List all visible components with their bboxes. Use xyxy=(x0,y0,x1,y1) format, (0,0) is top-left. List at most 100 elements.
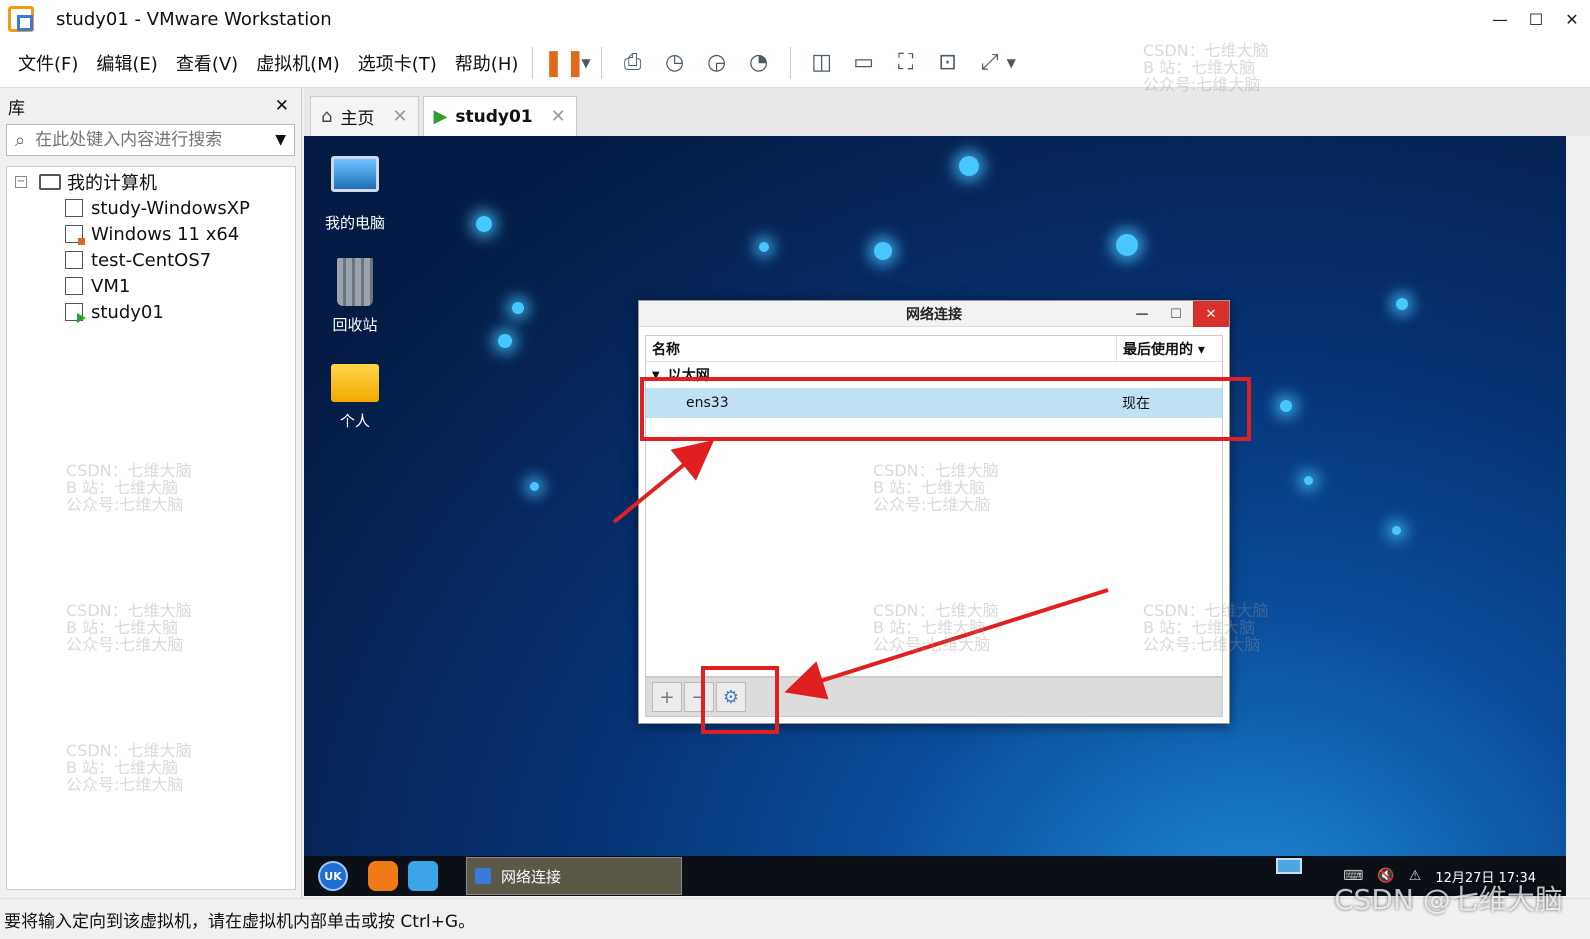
tree-item-label: Windows 11 x64 xyxy=(91,223,240,245)
show-library-icon[interactable]: ◫ xyxy=(805,46,839,80)
browser-icon[interactable] xyxy=(368,861,398,891)
trash-icon xyxy=(337,258,373,306)
annotation-box-connection xyxy=(640,377,1251,441)
decorative-light-icon xyxy=(476,216,492,232)
tree-item-study-windowsxp[interactable]: study-WindowsXP xyxy=(7,195,295,221)
dialog-title: 网络连接 xyxy=(906,306,962,323)
tree-item-test-centos7[interactable]: test-CentOS7 xyxy=(7,247,295,273)
send-ctrl-alt-del-icon[interactable]: ⎙ xyxy=(616,46,650,80)
thumbnail-bar-icon[interactable]: ▭ xyxy=(847,46,881,80)
menu-vm[interactable]: 虚拟机(M) xyxy=(256,50,340,76)
title-bar: study01 - VMware Workstation — ☐ ✕ xyxy=(0,0,1590,38)
desktop-personal-folder[interactable]: 个人 xyxy=(310,356,400,431)
fullscreen-icon[interactable]: ⛶ xyxy=(889,46,923,80)
tree-root-label: 我的计算机 xyxy=(67,173,157,194)
column-last-used[interactable]: 最后使用的 ▾ xyxy=(1116,335,1222,362)
pause-dropdown-icon[interactable]: ▼ xyxy=(581,56,590,70)
tree-item-study01[interactable]: study01 xyxy=(7,299,295,325)
taskbar-item-label: 网络连接 xyxy=(501,867,562,886)
monitor-icon xyxy=(331,156,379,192)
vm-tree: − 我的计算机 study-WindowsXP Windows 11 x64 t… xyxy=(6,166,296,890)
snapshot-icon[interactable]: ◷ xyxy=(658,46,692,80)
tree-item-label: test-CentOS7 xyxy=(91,249,212,271)
toolbar-separator xyxy=(600,46,602,79)
vmware-logo-icon xyxy=(8,6,34,32)
window-title: study01 - VMware Workstation xyxy=(56,8,332,30)
decorative-light-icon xyxy=(1280,400,1292,412)
library-close-icon[interactable]: ✕ xyxy=(275,96,289,116)
menu-file[interactable]: 文件(F) xyxy=(18,50,78,76)
search-icon: ⌕ xyxy=(15,129,26,151)
decorative-light-icon xyxy=(874,242,892,260)
search-dropdown-icon[interactable]: ▼ xyxy=(275,132,286,148)
vm-running-icon xyxy=(65,300,86,323)
tab-bar: ⌂ 主页 ✕ ▶ study01 ✕ xyxy=(304,88,1590,136)
decorative-light-icon xyxy=(1116,234,1138,256)
computer-icon xyxy=(39,174,61,190)
vm-running-icon: ▶ xyxy=(433,106,448,127)
show-desktop-icon[interactable] xyxy=(1276,858,1302,874)
toolbar-separator xyxy=(789,46,791,79)
stretch-dropdown-icon[interactable]: ▼ xyxy=(1007,56,1016,70)
status-text: 要将输入定向到该虚拟机，请在虚拟机内部单击或按 Ctrl+G。 xyxy=(4,911,476,932)
column-name[interactable]: 名称 xyxy=(646,339,1116,359)
tree-item-windows-11[interactable]: Windows 11 x64 xyxy=(7,221,295,247)
console-view-icon[interactable]: ⊡ xyxy=(931,46,965,80)
tree-item-label: study01 xyxy=(91,301,164,323)
menu-view[interactable]: 查看(V) xyxy=(176,50,238,76)
list-header: 名称 最后使用的 ▾ xyxy=(646,335,1222,362)
tree-item-vm1[interactable]: VM1 xyxy=(7,273,295,299)
dialog-close-button[interactable]: ✕ xyxy=(1193,301,1229,327)
window-controls: — ☐ ✕ xyxy=(1482,0,1590,38)
network-connections-dialog: 网络连接 — ☐ ✕ 名称 最后使用的 ▾ ▼ 以太网 ens33 现在 + −… xyxy=(638,300,1230,724)
menu-help[interactable]: 帮助(H) xyxy=(455,50,519,76)
desktop-my-computer[interactable]: 我的电脑 xyxy=(310,156,400,233)
library-header: 库 ✕ xyxy=(0,88,301,124)
tree-item-label: study-WindowsXP xyxy=(91,197,250,219)
start-menu-icon[interactable]: UK xyxy=(318,861,348,891)
menu-edit[interactable]: 编辑(E) xyxy=(96,50,157,76)
decorative-light-icon xyxy=(530,482,539,491)
dialog-minimize-button[interactable]: — xyxy=(1125,301,1159,327)
vm-icon xyxy=(65,274,85,295)
tab-close-icon[interactable]: ✕ xyxy=(392,106,407,127)
home-folder-icon xyxy=(331,364,379,402)
close-button[interactable]: ✕ xyxy=(1554,0,1590,38)
desktop-icon-label: 回收站 xyxy=(332,316,378,334)
decorative-light-icon xyxy=(959,156,979,176)
toolbar-separator xyxy=(532,46,534,79)
desktop-recycle-bin[interactable]: 回收站 xyxy=(310,258,400,335)
decorative-light-icon xyxy=(1396,298,1408,310)
home-icon: ⌂ xyxy=(321,106,333,127)
desktop-icon-label: 个人 xyxy=(339,412,370,430)
menu-tabs[interactable]: 选项卡(T) xyxy=(358,50,437,76)
collapse-icon[interactable]: − xyxy=(15,176,27,188)
vm-icon xyxy=(65,248,85,269)
revert-snapshot-icon[interactable]: ◶ xyxy=(700,46,734,80)
tab-label: 主页 xyxy=(340,109,375,129)
dialog-maximize-button[interactable]: ☐ xyxy=(1159,301,1193,327)
tab-home[interactable]: ⌂ 主页 ✕ xyxy=(310,96,419,136)
library-search-input[interactable] xyxy=(35,130,276,150)
tree-root-my-computer[interactable]: − 我的计算机 xyxy=(7,169,295,195)
file-manager-icon[interactable] xyxy=(408,861,438,891)
pause-icon[interactable]: ❚❚ xyxy=(543,46,587,80)
tab-study01[interactable]: ▶ study01 ✕ xyxy=(422,96,577,136)
add-connection-button[interactable]: + xyxy=(652,682,682,712)
maximize-button[interactable]: ☐ xyxy=(1518,0,1554,38)
dialog-controls: — ☐ ✕ xyxy=(1125,301,1229,327)
library-panel: 库 ✕ ⌕ ▼ − 我的计算机 study-WindowsXP Windows … xyxy=(0,88,302,898)
decorative-light-icon xyxy=(759,242,769,252)
network-icon xyxy=(475,868,491,884)
tab-close-icon[interactable]: ✕ xyxy=(551,106,566,127)
taskbar-item-network-connections[interactable]: 网络连接 xyxy=(466,857,682,895)
tree-item-label: VM1 xyxy=(91,275,131,297)
stretch-icon[interactable]: ⤢ xyxy=(973,46,1007,80)
decorative-light-icon xyxy=(512,302,524,314)
library-search: ⌕ ▼ xyxy=(6,124,295,156)
snapshot-manager-icon[interactable]: ◔ xyxy=(742,46,776,80)
minimize-button[interactable]: — xyxy=(1482,0,1518,38)
tab-label: study01 xyxy=(455,106,533,127)
annotation-box-gear xyxy=(701,666,779,734)
decorative-light-icon xyxy=(1392,526,1401,535)
